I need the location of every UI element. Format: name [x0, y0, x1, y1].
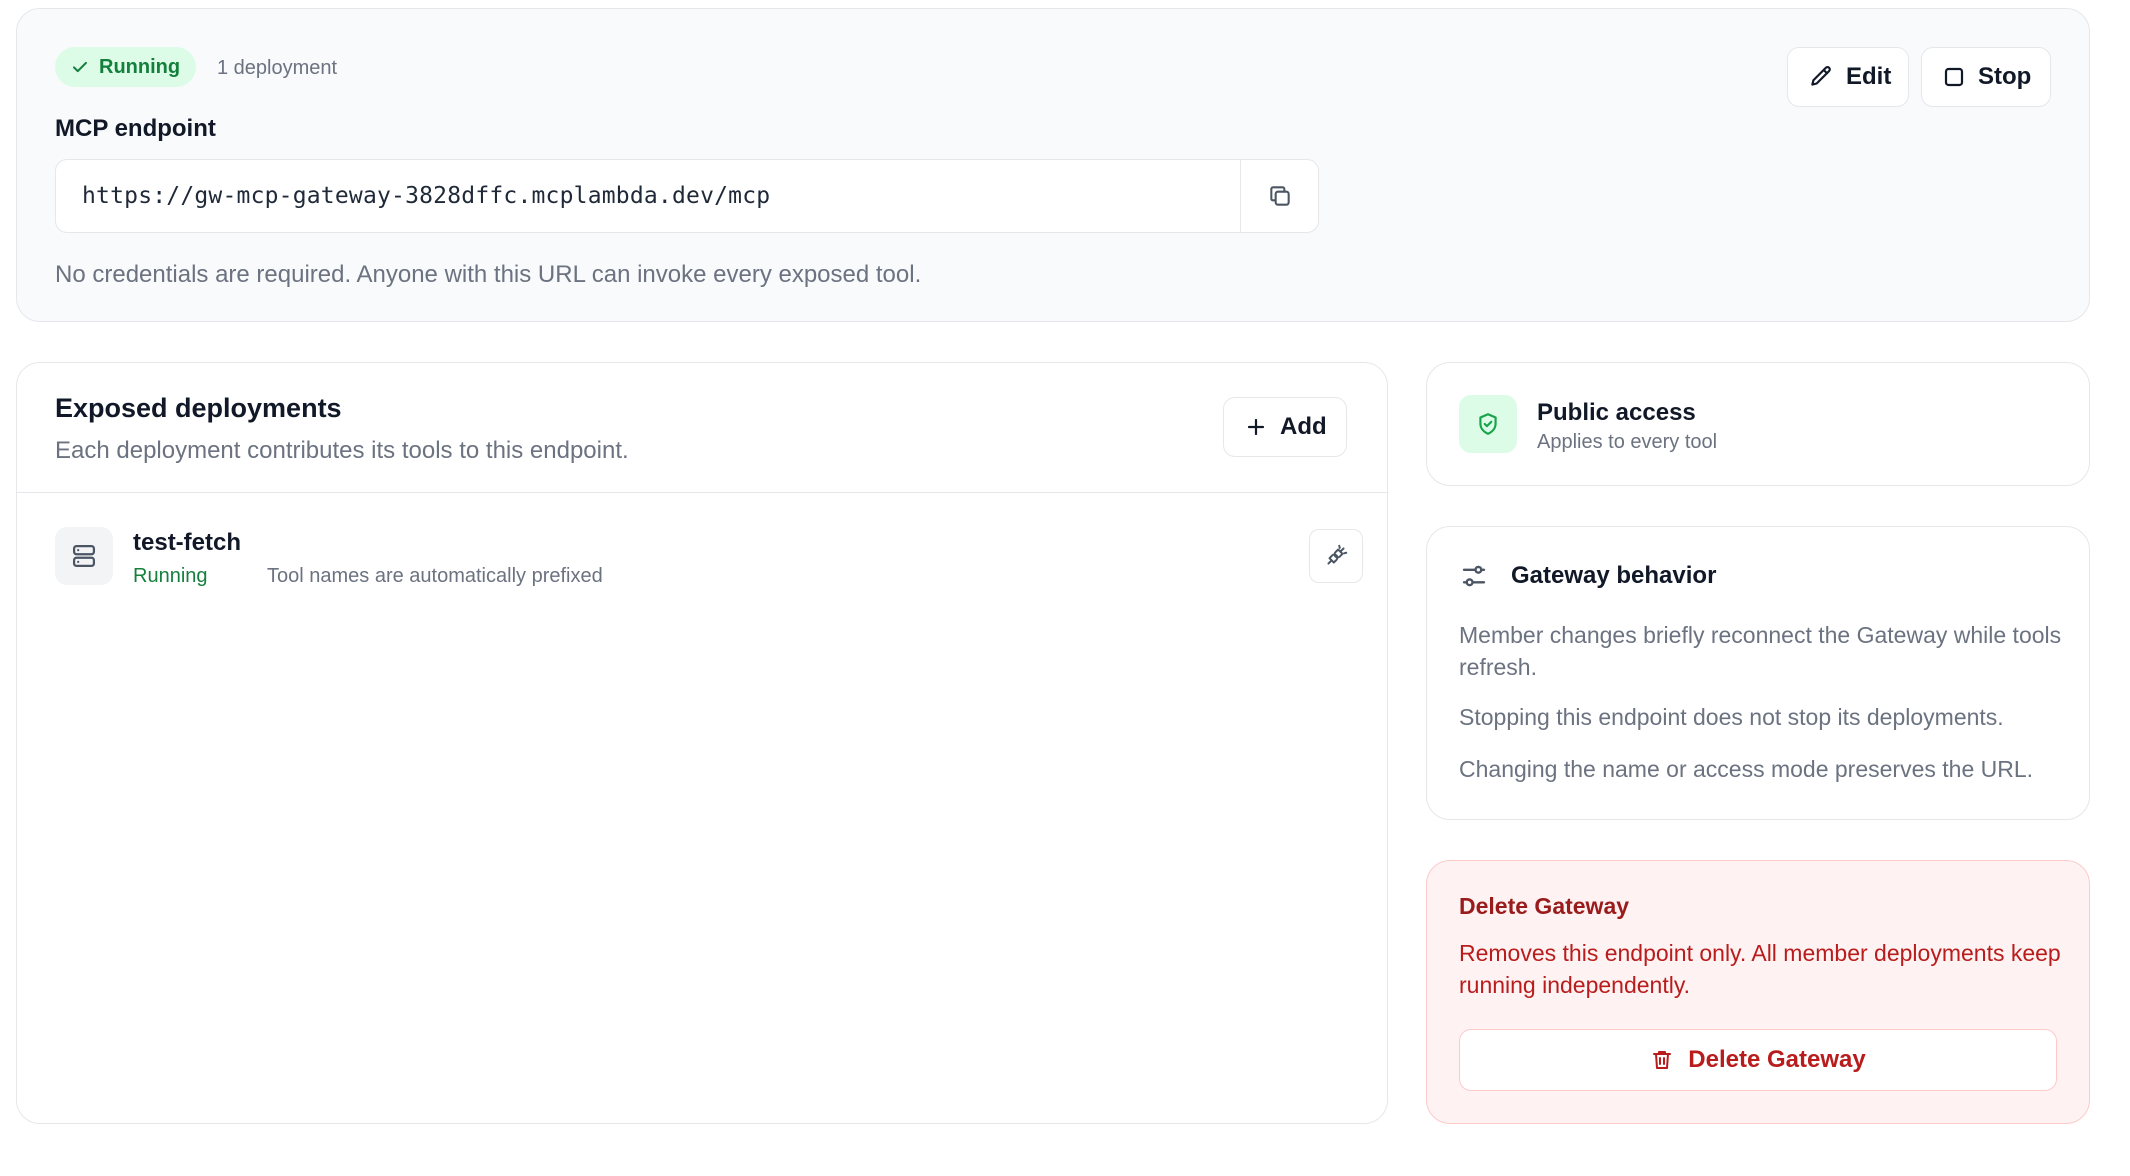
- deployment-list-item[interactable]: test-fetch Running Tool names are automa…: [55, 527, 1363, 591]
- edit-button[interactable]: Edit: [1787, 47, 1909, 107]
- deployment-count: 1 deployment: [217, 57, 338, 79]
- exposed-deployments-card: Exposed deployments Each deployment cont…: [16, 362, 1388, 1124]
- status-badge: Running: [55, 47, 197, 87]
- public-access-card: Public access Applies to every tool: [1426, 362, 2090, 486]
- behavior-note-stop: Stopping this endpoint does not stop its…: [1459, 704, 2004, 730]
- pencil-icon: [1808, 64, 1834, 90]
- gateway-behavior-card: Gateway behavior Member changes briefly …: [1426, 526, 2090, 820]
- gateway-detail-page: Running 1 deployment Edit Stop MCP endpo…: [0, 0, 2130, 1176]
- behavior-header: Gateway behavior: [1459, 561, 1716, 591]
- danger-title: Delete Gateway: [1459, 893, 1630, 919]
- shield-check-icon: [1459, 395, 1517, 453]
- deployment-name[interactable]: test-fetch: [133, 529, 241, 557]
- behavior-note-url: Changing the name or access mode preserv…: [1459, 756, 2034, 782]
- status-badge-label: Running: [99, 55, 181, 78]
- deployment-note: Tool names are automatically prefixed: [267, 565, 603, 587]
- trash-icon: [1650, 1048, 1674, 1072]
- deployment-status: Running: [133, 565, 208, 587]
- copy-url-button[interactable]: [1240, 160, 1318, 232]
- deployments-header: Exposed deployments Each deployment cont…: [17, 363, 1387, 493]
- endpoint-url[interactable]: https://gw-mcp-gateway-3828dffc.mcplambd…: [56, 160, 1240, 232]
- unplug-icon: [1323, 543, 1349, 569]
- copy-icon: [1267, 183, 1293, 209]
- deployments-subtitle: Each deployment contributes its tools to…: [55, 437, 629, 464]
- deployments-title: Exposed deployments: [55, 393, 342, 423]
- add-deployment-button[interactable]: Add: [1223, 397, 1347, 457]
- delete-gateway-button[interactable]: Delete Gateway: [1459, 1029, 2057, 1091]
- stop-button-label: Stop: [1978, 63, 2032, 90]
- sliders-icon: [1459, 561, 1489, 591]
- add-button-label: Add: [1280, 413, 1327, 440]
- stop-button[interactable]: Stop: [1921, 47, 2051, 107]
- detach-deployment-button[interactable]: [1309, 529, 1363, 583]
- endpoint-url-field: https://gw-mcp-gateway-3828dffc.mcplambd…: [55, 159, 1319, 233]
- delete-button-label: Delete Gateway: [1688, 1046, 1866, 1073]
- endpoint-label: MCP endpoint: [55, 115, 216, 142]
- behavior-note-reconnect: Member changes briefly reconnect the Gat…: [1459, 622, 2062, 680]
- delete-gateway-card: Delete Gateway Removes this endpoint onl…: [1426, 860, 2090, 1124]
- endpoint-status-card: Running 1 deployment Edit Stop MCP endpo…: [16, 8, 2090, 322]
- square-icon: [1942, 65, 1966, 89]
- danger-description: Removes this endpoint only. All member d…: [1459, 940, 2061, 998]
- plus-icon: [1244, 415, 1268, 439]
- access-title: Public access: [1537, 399, 1696, 426]
- edit-button-label: Edit: [1846, 63, 1892, 90]
- behavior-title: Gateway behavior: [1511, 562, 1717, 589]
- server-icon: [55, 527, 113, 585]
- access-subtitle: Applies to every tool: [1537, 431, 1718, 453]
- credentials-note: No credentials are required. Anyone with…: [55, 261, 922, 288]
- check-icon: [71, 58, 89, 76]
